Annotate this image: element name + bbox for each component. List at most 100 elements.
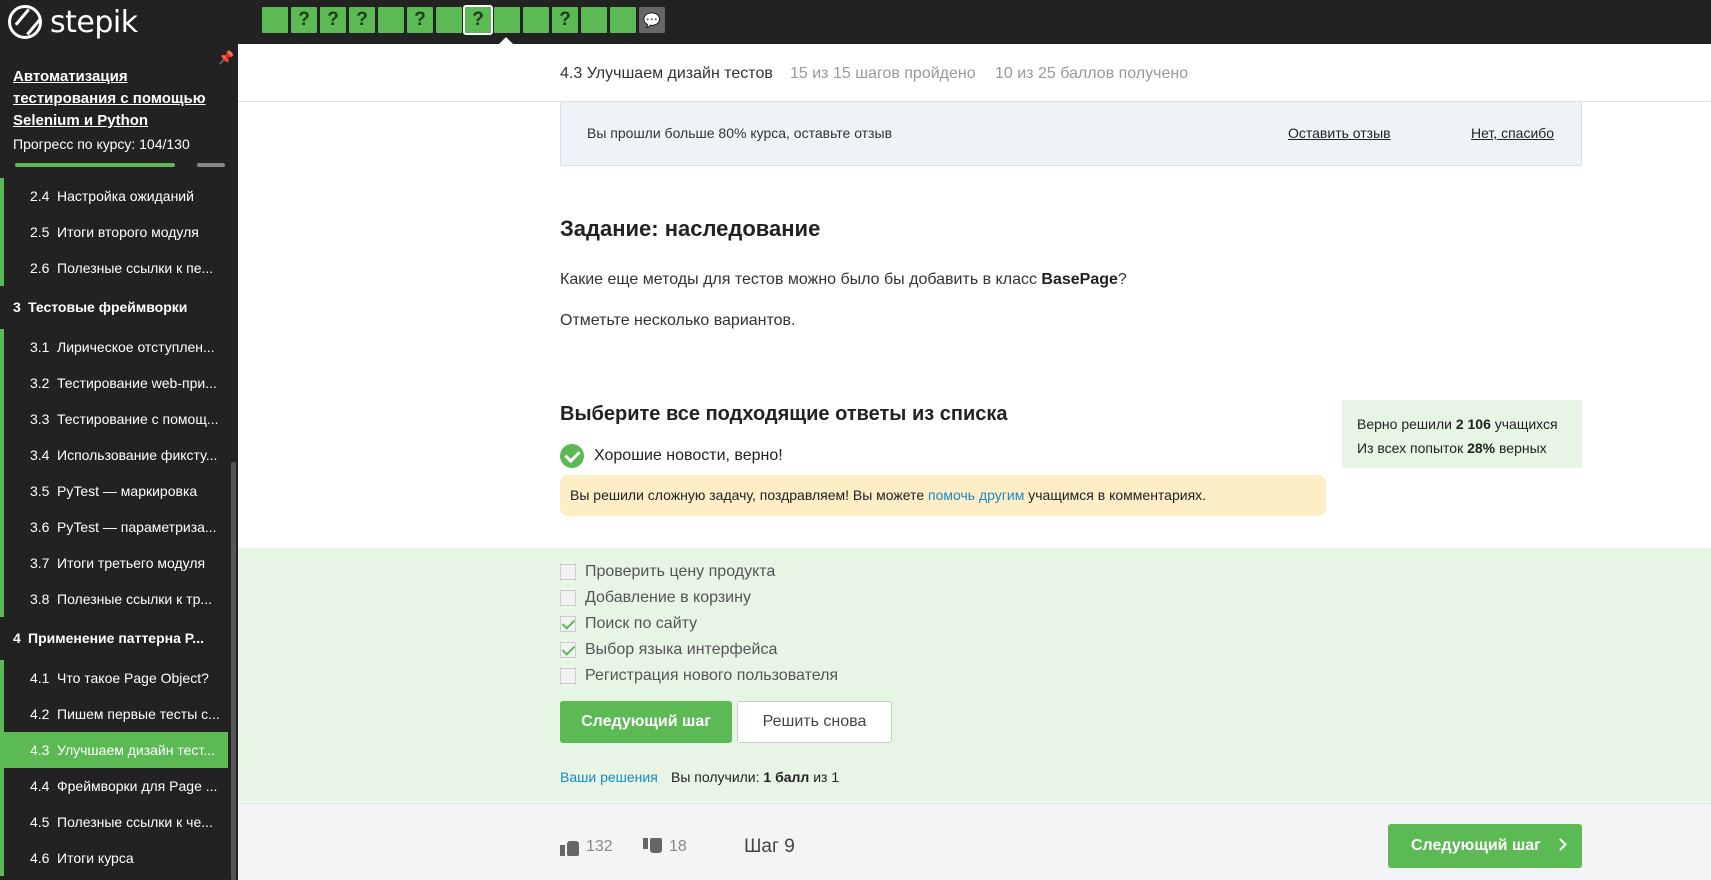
- chevron-right-icon: [1554, 838, 1567, 851]
- footer-next-step-button[interactable]: Следующий шаг: [1388, 824, 1582, 868]
- step-tab[interactable]: ?: [349, 7, 375, 33]
- step-tab[interactable]: ?: [407, 7, 433, 33]
- active-step-pointer: [499, 37, 513, 44]
- sidebar-lesson-item[interactable]: 3.5 PyTest — маркировка: [0, 473, 228, 509]
- answer-option-label: Регистрация нового пользователя: [585, 667, 839, 684]
- sidebar-lesson-item[interactable]: 2.5 Итоги второго модуля: [0, 214, 228, 250]
- stats-attempts: Из всех попыток 28% верных: [1357, 436, 1567, 460]
- item-label: Тестирование с помощ...: [57, 411, 219, 427]
- sidebar-lesson-item[interactable]: 4.4 Фреймворки для Page ...: [0, 768, 228, 804]
- sidebar-lesson-item[interactable]: 4.6 Итоги курса: [0, 840, 228, 876]
- stats-solved: Верно решили 2 106 учащихся: [1357, 412, 1567, 436]
- step-tab[interactable]: ?: [552, 7, 578, 33]
- item-label: Использование фиксту...: [57, 447, 218, 463]
- step-tab[interactable]: [581, 7, 607, 33]
- sidebar-lesson-item[interactable]: 4.1 Что такое Page Object?: [0, 660, 228, 696]
- item-label: Настройка ожиданий: [57, 188, 194, 204]
- item-number: 4.6: [30, 850, 50, 866]
- step-tab[interactable]: ?: [320, 7, 346, 33]
- course-title-link[interactable]: Автоматизация тестирования с помощью Sel…: [13, 66, 218, 132]
- lesson-score: 10 из 25 баллов получено: [995, 65, 1189, 82]
- next-step-button[interactable]: Следующий шаг: [560, 701, 732, 743]
- item-number: 3: [13, 299, 21, 315]
- dislike-button[interactable]: 18: [643, 838, 687, 856]
- item-label: Лирическое отступлен...: [57, 339, 215, 355]
- sidebar-lesson-item[interactable]: 4.5 Полезные ссылки к че...: [0, 804, 228, 840]
- item-number: 4.1: [30, 670, 50, 686]
- sidebar-lesson-item[interactable]: 3.7 Итоги третьего модуля: [0, 545, 228, 581]
- answer-option[interactable]: Добавление в корзину: [560, 589, 751, 607]
- step-tab[interactable]: ?: [291, 7, 317, 33]
- item-label: Полезные ссылки к пе...: [57, 260, 214, 276]
- no-thanks-link[interactable]: Нет, спасибо: [1471, 125, 1554, 141]
- sidebar-lesson-item[interactable]: 3.3 Тестирование с помощ...: [0, 401, 228, 437]
- sidebar-lesson-item[interactable]: 3.6 PyTest — параметриза...: [0, 509, 228, 545]
- answer-option[interactable]: Регистрация нового пользователя: [560, 667, 838, 685]
- review-banner-text: Вы прошли больше 80% курса, оставьте отз…: [587, 125, 893, 141]
- course-progress-fill: [15, 163, 175, 167]
- dislike-count: 18: [669, 838, 687, 855]
- answer-option-label: Добавление в корзину: [585, 589, 751, 606]
- sidebar-section[interactable]: 3 Тестовые фреймворки: [0, 286, 228, 329]
- task-question-classname: BasePage: [1041, 271, 1118, 288]
- your-solutions-link[interactable]: Ваши решения: [560, 769, 658, 785]
- stepik-logo[interactable]: stepik: [8, 2, 138, 42]
- item-number: 4.3: [30, 742, 50, 758]
- step-tab[interactable]: [523, 7, 549, 33]
- item-number: 3.1: [30, 339, 50, 355]
- item-label: Итоги третьего модуля: [57, 555, 206, 571]
- checkbox-checked-icon[interactable]: [560, 642, 576, 658]
- sidebar-lesson-item[interactable]: 4.2 Пишем первые тесты с...: [0, 696, 228, 732]
- answer-option-label: Проверить цену продукта: [585, 563, 776, 580]
- sidebar-lesson-item[interactable]: 2.4 Настройка ожиданий: [0, 178, 228, 214]
- solve-again-button[interactable]: Решить снова: [737, 701, 892, 743]
- lesson-header: 4.3 Улучшаем дизайн тестов 15 из 15 шаго…: [238, 44, 1711, 102]
- sidebar-lesson-item[interactable]: 3.1 Лирическое отступлен...: [0, 329, 228, 365]
- sidebar-section[interactable]: 4 Применение паттерна P...: [0, 617, 228, 660]
- answer-option[interactable]: Выбор языка интерфейса: [560, 641, 777, 659]
- step-tab[interactable]: [494, 7, 520, 33]
- main-content: 4.3 Улучшаем дизайн тестов 15 из 15 шаго…: [238, 44, 1711, 880]
- sidebar-lesson-item[interactable]: 3.4 Использование фиксту...: [0, 437, 228, 473]
- step-tab[interactable]: [378, 7, 404, 33]
- item-number: 3.8: [30, 591, 50, 607]
- footer-next-step-label: Следующий шаг: [1411, 837, 1541, 854]
- course-progress-label: Прогресс по курсу: 104/130: [13, 136, 190, 152]
- checkbox-icon[interactable]: [560, 564, 576, 580]
- checkbox-icon[interactable]: [560, 668, 576, 684]
- stepik-logo-icon: [8, 5, 42, 39]
- thumbs-up-icon: [560, 838, 580, 856]
- item-number: 3.3: [30, 411, 50, 427]
- comments-step-icon[interactable]: 💬: [639, 7, 665, 33]
- sidebar-lesson-item[interactable]: 2.6 Полезные ссылки к пе...: [0, 250, 228, 286]
- step-tab[interactable]: [436, 7, 462, 33]
- sidebar-lesson-item[interactable]: 3.2 Тестирование web-при...: [0, 365, 228, 401]
- step-tab[interactable]: [262, 7, 288, 33]
- help-others-link[interactable]: помочь другим: [928, 487, 1024, 503]
- sidebar-lesson-item[interactable]: 3.8 Полезные ссылки к тр...: [0, 581, 228, 617]
- answer-option[interactable]: Поиск по сайту: [560, 615, 697, 633]
- like-button[interactable]: 132: [560, 838, 613, 856]
- item-label: Тестирование web-при...: [57, 375, 217, 391]
- pin-icon[interactable]: 📌: [218, 50, 234, 66]
- item-label: Пишем первые тесты с...: [57, 706, 220, 722]
- checkbox-icon[interactable]: [560, 590, 576, 606]
- hint-text: Вы решили сложную задачу, поздравляем! В…: [570, 487, 929, 503]
- lesson-title: 4.3 Улучшаем дизайн тестов: [560, 65, 773, 82]
- review-banner: Вы прошли больше 80% курса, оставьте отз…: [560, 102, 1582, 166]
- item-label: Итоги курса: [57, 850, 134, 866]
- top-bar: stepik ?????? 💬: [0, 0, 1711, 44]
- step-number: Шаг 9: [744, 836, 795, 857]
- sidebar-scrollbar[interactable]: [231, 462, 236, 880]
- points-value: 1 балл: [763, 769, 810, 785]
- checkbox-checked-icon[interactable]: [560, 616, 576, 632]
- points-label: Вы получили:: [671, 769, 764, 785]
- leave-review-link[interactable]: Оставить отзыв: [1288, 125, 1391, 141]
- points-received: Вы получили: 1 балл из 1: [671, 769, 839, 785]
- stats-attempts-percent: 28%: [1467, 440, 1496, 456]
- step-tab[interactable]: [610, 7, 636, 33]
- sidebar-lesson-item[interactable]: 4.3 Улучшаем дизайн тест...: [0, 732, 228, 768]
- answer-option[interactable]: Проверить цену продукта: [560, 563, 775, 581]
- step-tab[interactable]: ?: [463, 5, 493, 35]
- item-label: Тестовые фреймворки: [28, 299, 188, 315]
